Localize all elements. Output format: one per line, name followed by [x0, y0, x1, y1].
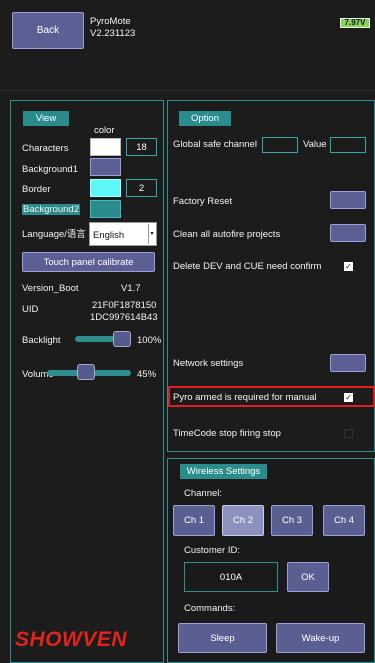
wakeup-button[interactable]: Wake-up — [276, 623, 365, 653]
background2-label: Background2 — [22, 204, 80, 215]
version-boot-label: Version_Boot — [22, 283, 79, 294]
battery-voltage: 7.97V — [344, 18, 366, 27]
view-title: View — [23, 111, 69, 126]
delete-confirm-label: Delete DEV and CUE need confirm — [173, 261, 322, 272]
uid-label: UID — [22, 304, 39, 315]
background1-label: Background1 — [22, 164, 78, 175]
customer-id-field[interactable]: 010A — [184, 562, 278, 592]
version-boot-value: V1.7 — [121, 283, 141, 294]
customer-id-label: Customer ID: — [184, 545, 240, 556]
backlight-label: Backlight — [22, 335, 61, 346]
app-version: V2.231123 — [90, 28, 136, 39]
uid-line2: 1DC997614B43 — [90, 312, 158, 323]
volume-value: 45% — [137, 369, 157, 380]
channel-label: Channel: — [184, 488, 223, 499]
backlight-value: 100% — [137, 335, 162, 346]
clean-autofire-label: Clean all autofire projects — [173, 229, 281, 240]
channel-button-3[interactable]: Ch 3 — [271, 505, 313, 536]
clean-autofire-button[interactable] — [330, 224, 366, 242]
timecode-checkbox[interactable] — [344, 429, 353, 438]
language-select[interactable]: English ▾ — [89, 222, 157, 246]
commands-label: Commands: — [184, 603, 236, 614]
option-title: Option — [179, 111, 231, 126]
delete-confirm-checkbox[interactable]: ✓ — [344, 262, 353, 271]
characters-size-field[interactable]: 18 — [126, 138, 157, 156]
timecode-label: TimeCode stop firing stop — [173, 428, 281, 439]
volume-slider-knob[interactable] — [76, 364, 95, 380]
network-settings-button[interactable] — [330, 354, 366, 372]
factory-reset-label: Factory Reset — [173, 196, 233, 207]
channel-button-2[interactable]: Ch 2 — [222, 505, 264, 536]
color-header: color — [94, 125, 115, 136]
backlight-slider-knob[interactable] — [113, 331, 131, 347]
factory-reset-button[interactable] — [330, 191, 366, 209]
header-divider — [0, 90, 375, 91]
sleep-button[interactable]: Sleep — [178, 623, 267, 653]
value-label: Value — [303, 139, 327, 150]
showven-logo: SHOWVEN — [15, 628, 128, 651]
border-label: Border — [22, 184, 51, 195]
battery-indicator: 7.97V — [340, 18, 370, 28]
characters-label: Characters — [22, 143, 69, 154]
language-label: Language/语言 — [22, 229, 86, 240]
channel-button-4[interactable]: Ch 4 — [323, 505, 365, 536]
pyro-armed-label: Pyro armed is required for manual — [173, 392, 317, 403]
chevron-down-icon: ▾ — [148, 224, 155, 244]
border-color-swatch[interactable] — [90, 179, 121, 197]
touch-calibrate-button[interactable]: Touch panel calibrate — [22, 252, 155, 272]
background2-color-swatch[interactable] — [90, 200, 121, 218]
customer-id-ok-button[interactable]: OK — [287, 562, 329, 592]
uid-line1: 21F0F1878150 — [92, 300, 157, 311]
wireless-title: Wireless Settings — [180, 464, 267, 479]
network-settings-label: Network settings — [173, 358, 244, 369]
channel-button-1[interactable]: Ch 1 — [173, 505, 215, 536]
language-select-value: English — [93, 230, 125, 241]
background1-color-swatch[interactable] — [90, 158, 121, 176]
pyro-armed-checkbox[interactable]: ✓ — [344, 393, 353, 402]
global-safe-label: Global safe channel — [173, 139, 257, 150]
back-button[interactable]: Back — [12, 12, 84, 49]
value-field[interactable] — [330, 137, 366, 153]
border-size-field[interactable]: 2 — [126, 179, 157, 197]
characters-color-swatch[interactable] — [90, 138, 121, 156]
global-safe-field[interactable] — [262, 137, 298, 153]
app-name: PyroMote — [90, 16, 131, 27]
